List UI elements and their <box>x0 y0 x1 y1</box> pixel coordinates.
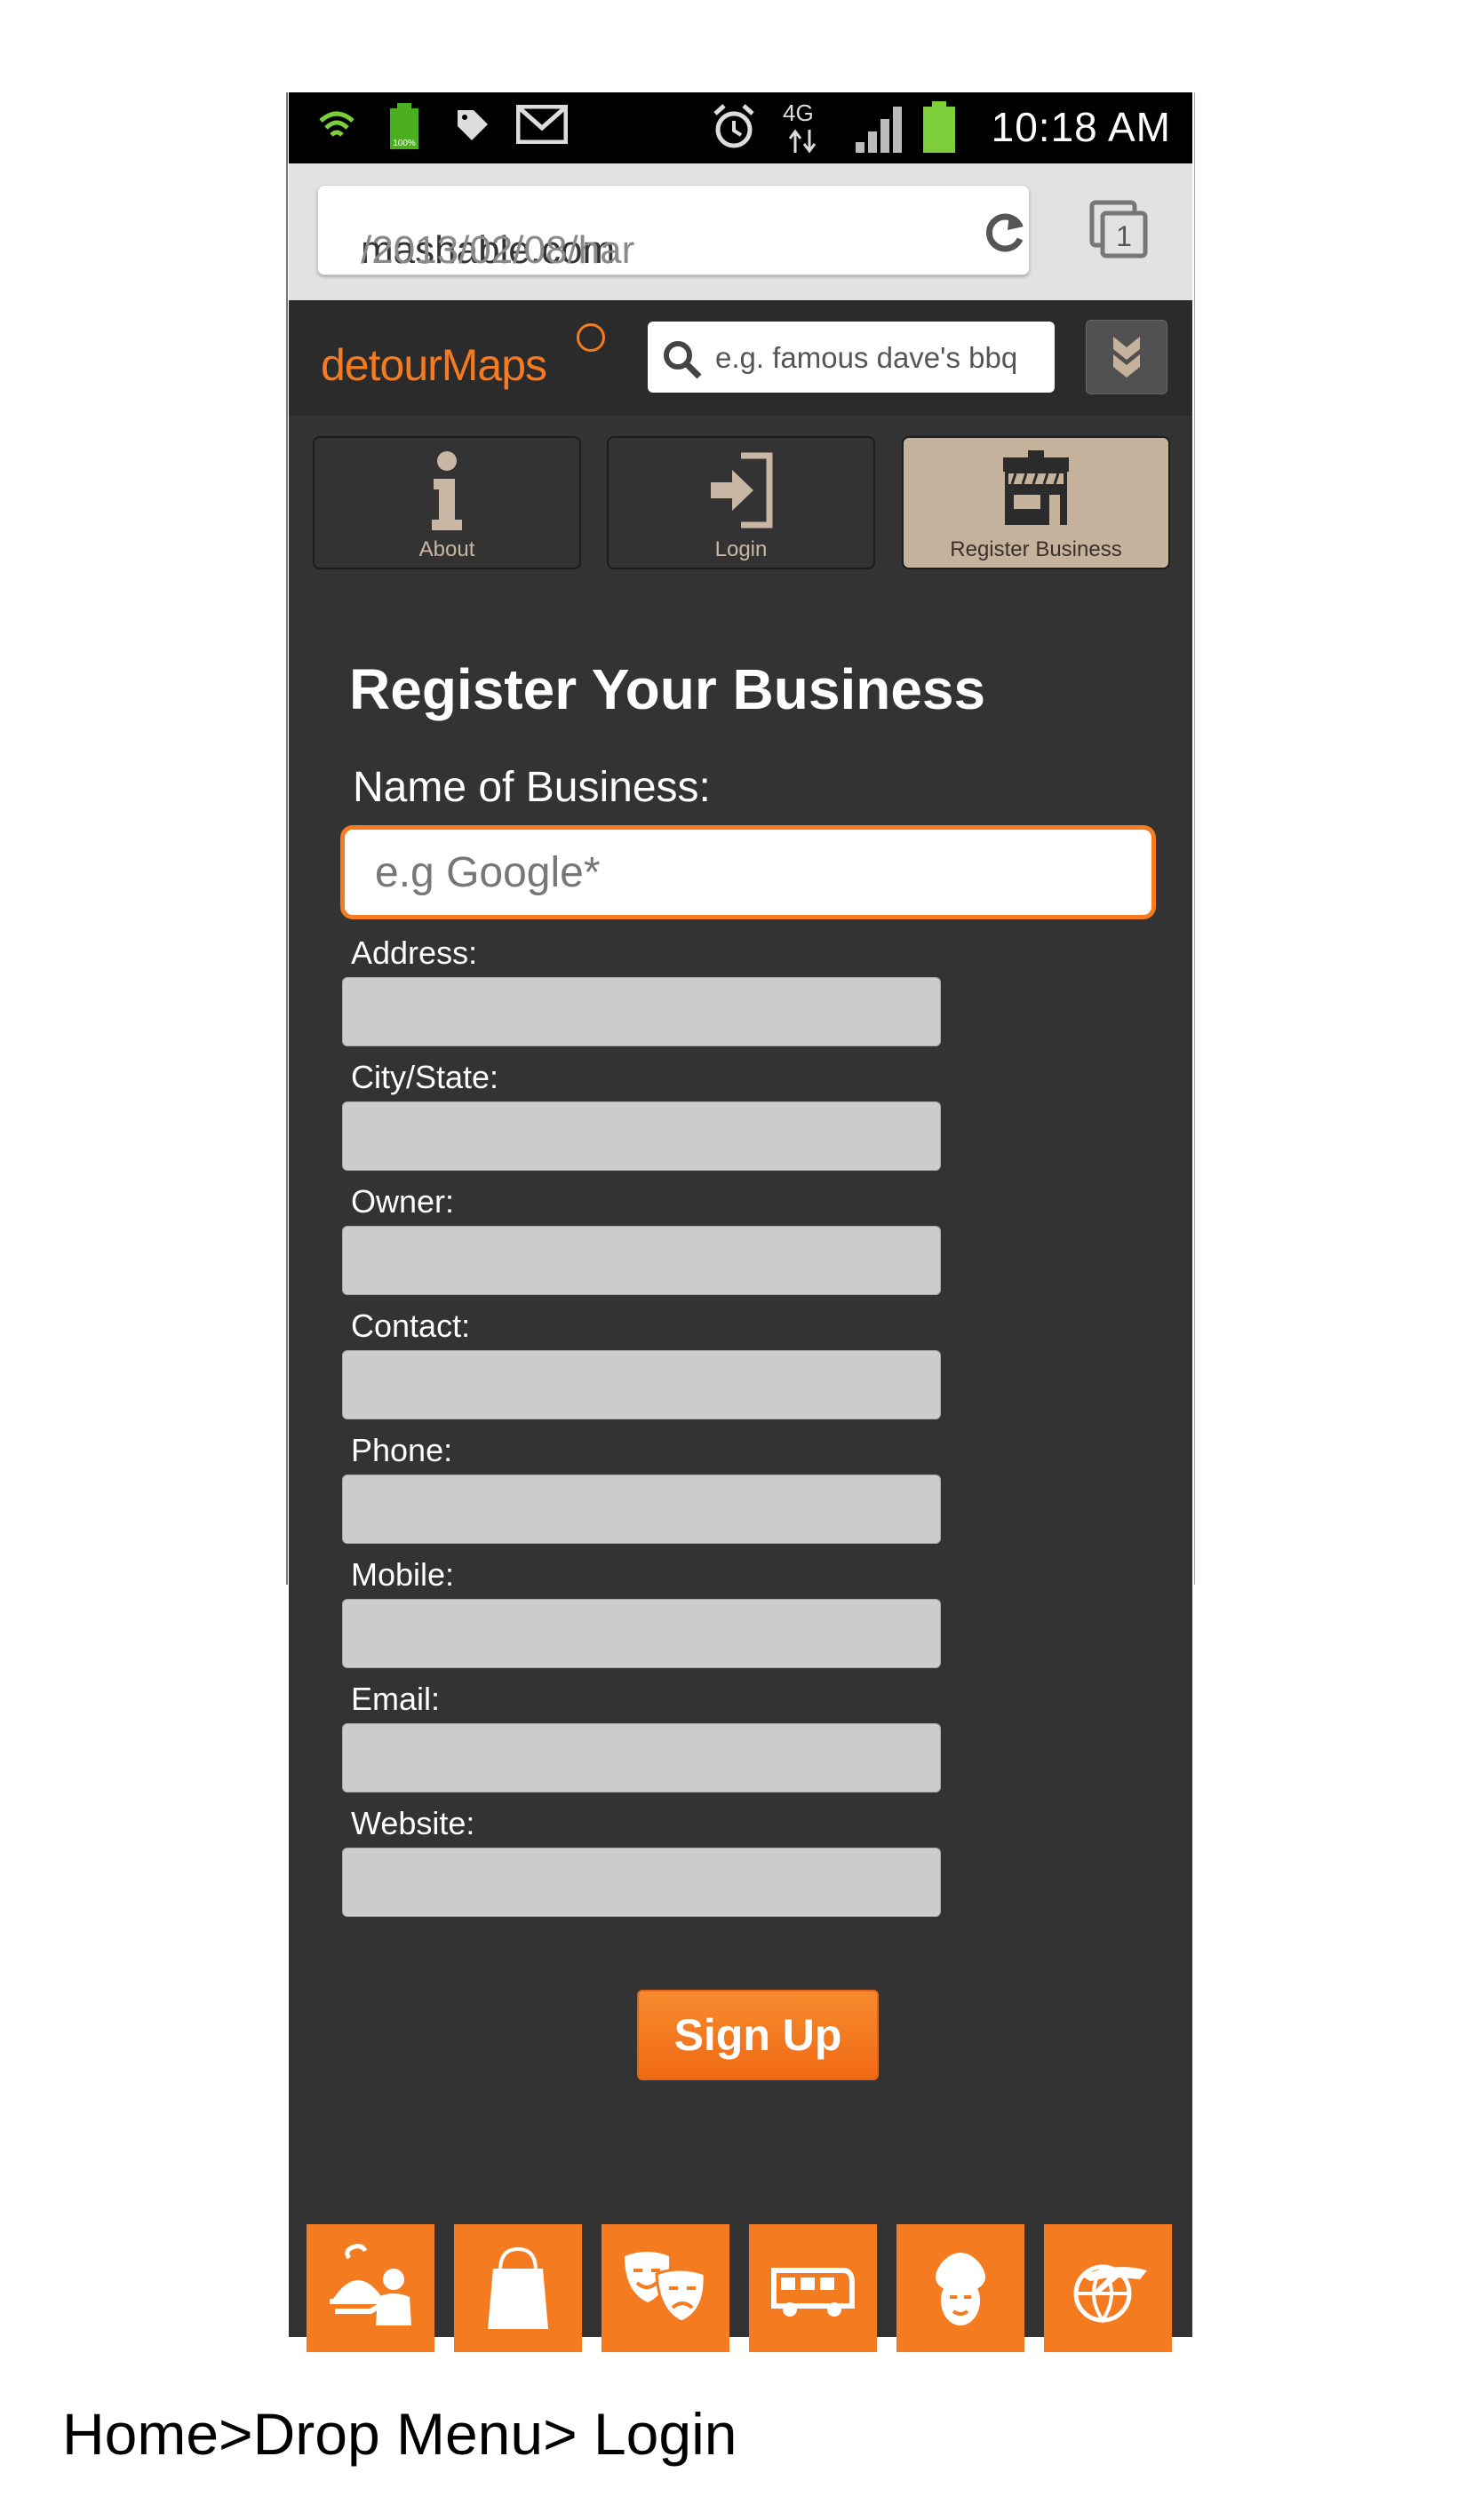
url-path: /2013/02/08/har <box>361 228 635 272</box>
business-name-field[interactable] <box>340 825 1156 919</box>
category-entertainment[interactable] <box>602 2224 729 2352</box>
storefront-icon <box>1003 450 1069 525</box>
email-field[interactable] <box>342 1723 941 1793</box>
category-travel[interactable] <box>1044 2224 1172 2352</box>
chevron-double-down-icon <box>1113 337 1140 378</box>
category-dining[interactable] <box>307 2224 434 2352</box>
category-spa[interactable] <box>896 2224 1024 2352</box>
tab-count: 1 <box>1116 220 1132 252</box>
email-label: Email: <box>351 1681 441 1717</box>
alarm-icon <box>713 104 754 148</box>
mobile-field[interactable] <box>342 1599 941 1668</box>
page-title: Register Your Business <box>349 657 986 721</box>
phone-screen: 100% 4G 10:18 AM mashable.com /2013/02/0… <box>289 92 1192 2352</box>
search-placeholder: e.g. famous dave's bbq <box>715 341 1018 374</box>
url-bar[interactable]: mashable.com/2013/02/08/har <box>317 185 1030 275</box>
wifi-icon <box>319 111 355 137</box>
website-label: Website: <box>351 1805 475 1841</box>
category-transport[interactable] <box>749 2224 877 2352</box>
phone-field[interactable] <box>342 1475 941 1544</box>
owner-label: Owner: <box>351 1183 455 1220</box>
bus-icon <box>771 2268 855 2317</box>
travel-globe-icon <box>1073 2264 1147 2324</box>
nav-about-label: About <box>418 537 475 561</box>
data-arrows-icon <box>788 129 817 154</box>
login-icon <box>711 452 773 529</box>
nav-register-business-label: Register Business <box>950 537 1122 561</box>
spa-icon <box>936 2253 985 2325</box>
drop-menu-button[interactable] <box>1086 320 1167 394</box>
refresh-icon[interactable] <box>983 209 1029 255</box>
status-bar: 100% 4G 10:18 AM <box>289 92 1192 163</box>
nav-register-business[interactable]: Register Business <box>902 436 1170 569</box>
battery-icon <box>923 101 955 153</box>
nav-login-label: Login <box>714 537 768 561</box>
address-label: Address: <box>351 934 478 971</box>
signal-icon <box>856 107 902 153</box>
battery-percent-text: 100% <box>393 139 416 148</box>
battery-small-icon: 100% <box>390 103 418 149</box>
breadcrumb-caption: Home>Drop Menu> Login <box>62 2401 737 2467</box>
contact-label: Contact: <box>351 1308 471 1344</box>
business-name-input[interactable] <box>373 847 1123 898</box>
website-field[interactable] <box>342 1848 941 1917</box>
contact-field[interactable] <box>342 1350 941 1419</box>
browser-bar: mashable.com/2013/02/08/har 1 <box>289 163 1192 300</box>
dining-icon <box>330 2244 411 2325</box>
tabs-icon[interactable]: 1 <box>1088 199 1151 261</box>
address-field[interactable] <box>342 977 941 1046</box>
phone-label: Phone: <box>351 1432 453 1468</box>
clock: 10:18 AM <box>991 104 1171 150</box>
business-name-label: Name of Business: <box>353 764 711 811</box>
theater-masks-icon <box>625 2252 706 2324</box>
info-icon <box>432 451 462 530</box>
network-type: 4G <box>783 99 814 126</box>
app-header: detourMaps e.g. famous dave's bbq <box>289 300 1192 416</box>
nav-login[interactable]: Login <box>607 436 875 569</box>
owner-field[interactable] <box>342 1226 941 1295</box>
mobile-label: Mobile: <box>351 1556 455 1593</box>
gmail-icon <box>516 105 568 144</box>
tag-icon <box>458 110 488 140</box>
nav-about[interactable]: About <box>313 436 581 569</box>
app-search[interactable]: e.g. famous dave's bbq <box>648 322 1055 393</box>
shopping-bag-icon <box>488 2246 548 2329</box>
logo-badge-icon <box>577 323 605 352</box>
category-shopping[interactable] <box>454 2224 582 2352</box>
search-icon[interactable] <box>660 338 703 380</box>
city-state-label: City/State: <box>351 1059 499 1095</box>
sign-up-button[interactable]: Sign Up <box>637 1990 879 2080</box>
app-logo[interactable]: detourMaps <box>321 339 547 391</box>
city-state-field[interactable] <box>342 1101 941 1171</box>
